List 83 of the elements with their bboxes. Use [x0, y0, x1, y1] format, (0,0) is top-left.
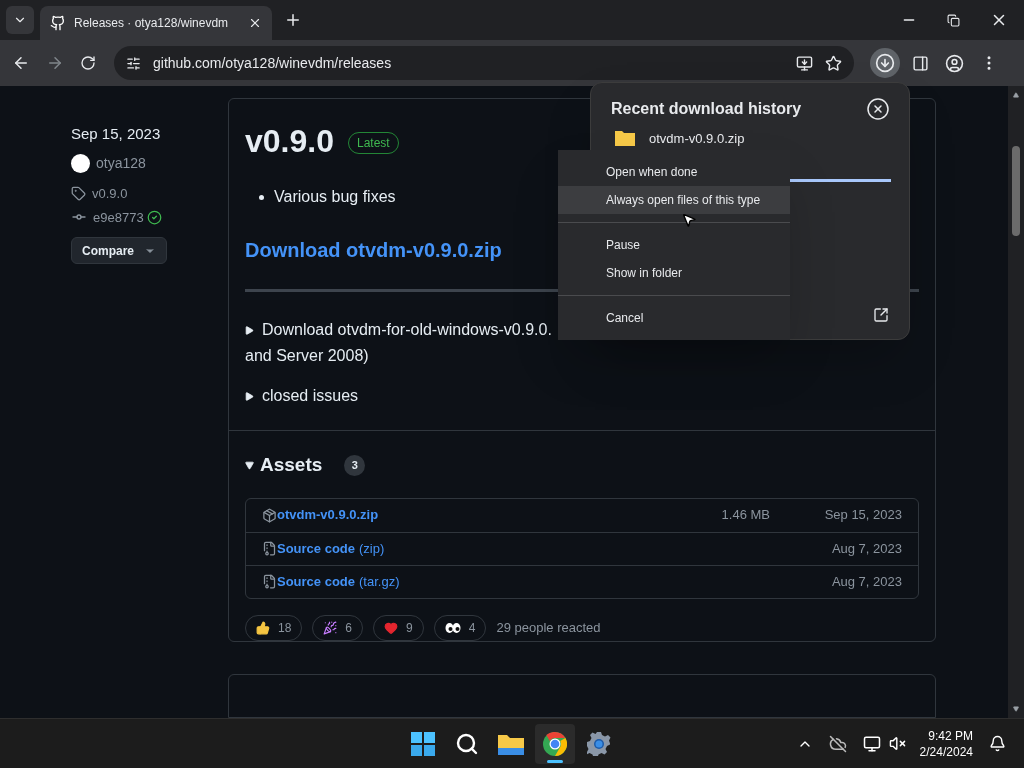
zip-file-icon: [262, 574, 277, 589]
close-icon[interactable]: [248, 16, 262, 30]
search-icon: [455, 731, 479, 756]
folder-icon: [615, 131, 635, 147]
download-file-name[interactable]: otvdm-v0.9.0.zip: [649, 129, 745, 149]
menu-item[interactable]: Show in folder: [558, 259, 790, 287]
volume-muted-icon[interactable]: [888, 735, 906, 752]
scroll-up-icon[interactable]: [1013, 92, 1019, 98]
details-summary[interactable]: closed issues: [262, 384, 359, 408]
close-icon[interactable]: [866, 97, 890, 121]
asset-link[interactable]: Source code: [277, 538, 356, 559]
details-summary[interactable]: Download otvdm-for-old-windows-v0.9.0.: [262, 318, 552, 342]
asset-format[interactable]: (tar.gz): [359, 571, 400, 592]
active-indicator: [547, 759, 563, 763]
package-icon: [262, 507, 277, 523]
asset-date: Aug 7, 2023: [830, 539, 902, 558]
reload-icon[interactable]: [80, 55, 96, 71]
mouse-cursor-icon: [681, 212, 697, 228]
author-name[interactable]: otya128: [96, 153, 146, 174]
menu-item[interactable]: Always open files of this type: [558, 186, 790, 214]
disclosure-triangle-icon[interactable]: [245, 325, 254, 335]
address-text: github.com/otya128/winevdm/releases: [153, 53, 393, 73]
open-external-icon[interactable]: [873, 307, 889, 323]
browser-logo-icon: [543, 731, 567, 756]
expanded-triangle-icon[interactable]: [245, 460, 254, 470]
heart-icon: [384, 620, 399, 635]
thumbs-up-icon: [256, 620, 270, 635]
asset-link[interactable]: Source code: [277, 571, 356, 592]
folder-icon: [498, 732, 524, 755]
bullet-icon: [259, 194, 264, 200]
restore-icon[interactable]: [947, 13, 960, 27]
details-summary-continuation[interactable]: and Server 2008): [245, 344, 919, 368]
menu-item[interactable]: Open when done: [558, 158, 790, 186]
author-avatar: [71, 154, 90, 173]
disclosure-triangle-icon[interactable]: [245, 391, 254, 401]
zip-file-icon: [262, 541, 277, 556]
scrollbar[interactable]: [1008, 86, 1024, 718]
panel-title: Recent download history: [611, 99, 802, 119]
side-panel-icon[interactable]: [912, 54, 929, 72]
profile-icon[interactable]: [945, 53, 964, 73]
notification-bell-icon[interactable]: [989, 735, 1006, 752]
release-date: Sep 15, 2023: [71, 124, 162, 144]
menu-item[interactable]: Cancel: [558, 304, 790, 332]
scrollbar-thumb[interactable]: [1012, 146, 1020, 236]
taskbar-app-button[interactable]: [535, 723, 575, 764]
back-icon[interactable]: [12, 54, 30, 72]
asset-format[interactable]: (zip): [359, 538, 385, 559]
site-info-icon[interactable]: [126, 55, 141, 71]
assets-count: 3: [344, 454, 366, 476]
asset-date: Aug 7, 2023: [830, 572, 902, 591]
install-app-icon[interactable]: [796, 54, 813, 72]
new-tab-icon[interactable]: [284, 11, 302, 29]
tag-link[interactable]: v0.9.0: [92, 184, 128, 204]
asset-date: Sep 15, 2023: [823, 506, 902, 525]
reactions-summary: 29 people reacted: [496, 618, 601, 637]
cloud-off-icon[interactable]: [828, 734, 847, 753]
windows-logo-icon: [411, 731, 435, 756]
browser-tab[interactable]: Releases · otya128/winevdm: [40, 6, 272, 40]
clock-date[interactable]: 2/24/2024: [919, 743, 973, 760]
download-link[interactable]: Download otvdm-v0.9.0.zip: [245, 235, 502, 265]
release-note: Various bug fixes: [274, 187, 396, 207]
menu-item[interactable]: Pause: [558, 231, 790, 259]
assets-heading[interactable]: Assets: [260, 451, 323, 480]
address-bar[interactable]: github.com/otya128/winevdm/releases: [114, 46, 854, 80]
asset-link[interactable]: otvdm-v0.9.0.zip: [277, 505, 379, 525]
commit-link[interactable]: e9e8773: [93, 207, 144, 227]
party-popper-icon: [323, 620, 338, 635]
network-icon[interactable]: [862, 734, 881, 753]
compare-button[interactable]: Compare: [71, 237, 167, 264]
forward-icon[interactable]: [46, 54, 64, 72]
gear-icon: [587, 731, 611, 756]
tag-icon: [71, 186, 86, 202]
bookmark-star-icon[interactable]: [825, 54, 842, 72]
scroll-down-icon[interactable]: [1013, 706, 1019, 712]
tab-search-button[interactable]: [6, 6, 34, 34]
site-favicon-icon: [50, 15, 66, 31]
tab-title: Releases · otya128/winevdm: [74, 15, 230, 32]
release-title: v0.9.0: [245, 122, 334, 161]
download-icon[interactable]: [875, 53, 895, 73]
clock-time[interactable]: 9:42 PM: [928, 727, 973, 744]
asset-size: 1.46 MB: [721, 506, 770, 525]
eyes-icon: [444, 621, 461, 634]
verified-check-icon: [146, 209, 162, 225]
